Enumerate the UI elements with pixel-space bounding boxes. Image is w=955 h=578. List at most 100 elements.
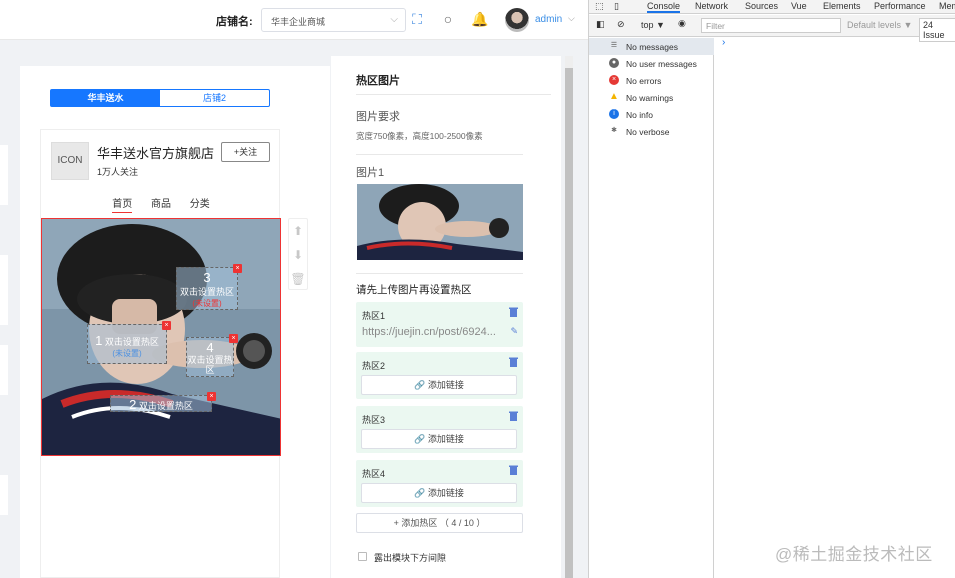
device-icon[interactable]: ▯ [614,1,619,12]
hotspot-3[interactable]: 3 双击设置热区 (未设置) × [176,264,242,310]
gap-checkbox-label: 露出模块下方间隙 [374,553,447,563]
sidebar-item-label: No info [626,110,653,120]
user-icon: ● [609,58,619,68]
chevron-down-icon[interactable]: ⌵ [568,13,575,24]
hotspot-number: 3 [203,270,211,285]
hotspot-zone-4: 热区4 🔗 添加链接 [356,460,523,507]
console-toolbar: ◧ ⊘ top ▼ ◉ Filter Default levels ▼ 24 I… [589,15,955,42]
divider [356,154,523,155]
shop-select[interactable]: 华丰企业商城 ⌵ [261,8,406,32]
bug-icon: ✱ [611,127,617,134]
search-icon[interactable]: ○ [439,10,457,28]
nav-products[interactable]: 商品 [151,195,171,212]
sidebar-item-warnings[interactable]: ▲ No warnings [589,89,714,106]
hotspot-label: 双击设置热区 [179,287,234,297]
close-icon[interactable]: × [162,321,171,330]
trash-icon[interactable] [509,465,518,475]
tab-console[interactable]: Console [647,1,681,13]
warning-icon: ▲ [609,91,619,102]
error-icon: × [609,75,619,85]
tab-sources[interactable]: Sources [745,1,778,11]
add-link-label: 添加链接 [427,380,464,390]
chevron-down-icon: ⌵ [390,14,398,25]
requirements-text: 宽度750像素，高度100-2500像素 [356,131,483,141]
hotspot-image[interactable]: 1 双击设置热区 (未设置) × 2 双击设置热区 × 3 双击设置热区 (未设… [41,218,281,456]
hotspot-label: 双击设置热区 [104,337,159,347]
delete-icon[interactable]: 🗑 [289,267,307,291]
tab-vue[interactable]: Vue [791,1,807,11]
add-link-button[interactable]: 🔗 添加链接 [361,429,517,449]
zone-link-value[interactable]: https://juejin.cn/post/6924... [362,326,496,338]
move-up-icon[interactable]: ⬆ [289,219,307,243]
devtools-tabs: ⬚ ▯ Console Network Sources Vue Elements… [589,0,955,14]
trash-icon[interactable] [509,357,518,367]
add-hotspot-button[interactable]: + 添加热区 （ 4 / 10 ） [356,513,523,533]
issues-button[interactable]: 24 Issue [919,18,955,42]
module-toolbar: ⬆ ⬇ 🗑 [288,218,308,290]
hotspot-label: 双击设置热区 [138,401,193,411]
scrollbar-thumb[interactable] [565,68,573,578]
scrollbar[interactable] [565,56,573,578]
hotspot-number: 2 [129,397,137,412]
sidebar-item-messages[interactable]: ☰ No messages [589,38,714,55]
tab-elements[interactable]: Elements [823,1,861,11]
gap-checkbox[interactable] [358,552,367,561]
console-prompt[interactable]: › [722,37,725,48]
context-select[interactable]: top ▼ [641,20,665,30]
thumbnail-photo [357,184,523,260]
hotspot-4[interactable]: 4 双击设置热区 × [186,334,238,377]
left-sidebar-edge [0,45,10,578]
hotspot-1[interactable]: 1 双击设置热区 (未设置) × [87,321,171,364]
bell-icon[interactable]: 🔔 [471,10,489,28]
clear-console-icon[interactable]: ⊘ [617,19,625,30]
close-icon[interactable]: × [229,334,238,343]
close-icon[interactable]: × [233,264,242,273]
trash-icon[interactable] [509,307,518,317]
levels-select[interactable]: Default levels ▼ [847,20,912,30]
requirements-title: 图片要求 [356,111,400,123]
zone-label: 热区4 [362,469,386,479]
add-link-button[interactable]: 🔗 添加链接 [361,483,517,503]
watermark: @稀土掘金技术社区 [775,545,933,564]
inspect-icon[interactable]: ⬚ [595,1,604,12]
list-icon: ☰ [610,42,618,49]
sidebar-item-user-messages[interactable]: ● No user messages [589,55,714,72]
add-link-button[interactable]: 🔗 添加链接 [361,375,517,395]
edit-icon[interactable]: ✎ [510,326,518,337]
sidebar-item-label: No user messages [626,59,697,69]
move-down-icon[interactable]: ⬇ [289,243,307,267]
tab-shop-1[interactable]: 华丰送水 [51,90,160,106]
sidebar-item-errors[interactable]: × No errors [589,72,714,89]
app: 店铺名: 华丰企业商城 ⌵ ⛶ ○ 🔔 admin ⌵ 华丰送水 店铺2 ICO… [0,0,588,578]
divider [356,94,551,95]
sidebar-item-verbose[interactable]: ✱ No verbose [589,123,714,140]
follow-button[interactable]: +关注 [221,142,270,162]
paperclip-icon: 🔗 [414,434,426,444]
image-label: 图片1 [356,167,385,179]
tab-performance[interactable]: Performance [874,1,926,11]
user-name[interactable]: admin [535,14,562,25]
close-icon[interactable]: × [207,392,216,401]
sidebar-item-info[interactable]: i No info [589,106,714,123]
sidebar-toggle-icon[interactable]: ◧ [596,19,605,30]
hotspot-2[interactable]: 2 双击设置热区 × [110,392,216,412]
trash-icon[interactable] [509,411,518,421]
sidebar-item-label: No errors [626,76,662,86]
upload-hint: 请先上传图片再设置热区 [356,284,472,296]
add-link-label: 添加链接 [427,488,464,498]
hotspot-zone-2: 热区2 🔗 添加链接 [356,352,523,399]
tab-memory[interactable]: Mem [939,1,955,11]
tab-network[interactable]: Network [695,1,728,11]
zone-label: 热区3 [362,415,386,425]
avatar[interactable] [505,8,529,32]
nav-categories[interactable]: 分类 [190,195,210,212]
hotspot-number: 1 [95,333,103,348]
followers-count: 1万人关注 [97,167,139,177]
nav-home[interactable]: 首页 [112,195,133,213]
fullscreen-icon[interactable]: ⛶ [408,10,426,28]
tab-shop-2[interactable]: 店铺2 [160,90,269,106]
sidebar-item-label: No verbose [626,127,670,137]
eye-icon[interactable]: ◉ [678,18,686,29]
filter-input[interactable]: Filter [701,18,841,33]
image-thumbnail[interactable] [357,184,523,260]
